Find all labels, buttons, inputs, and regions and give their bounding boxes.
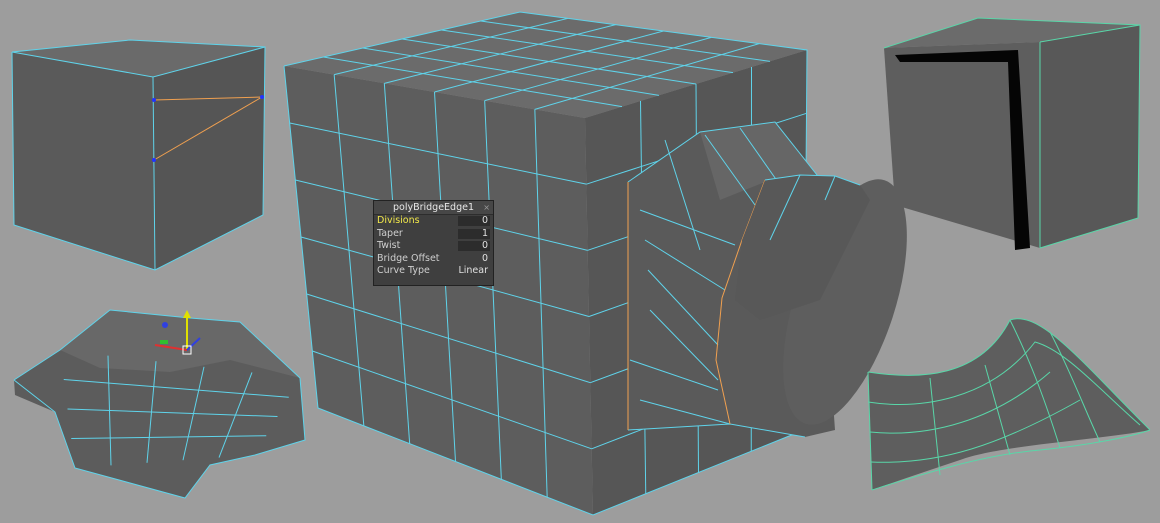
- close-icon[interactable]: ×: [483, 201, 490, 214]
- vertex-handle[interactable]: [152, 158, 156, 162]
- curved-surface[interactable]: [867, 318, 1151, 491]
- vertex-handle[interactable]: [152, 98, 156, 102]
- node-name: polyBridgeEdge1: [392, 202, 475, 213]
- vertex-handle[interactable]: [260, 95, 264, 99]
- cube-left-face: [12, 52, 155, 270]
- big-cube-front-face: [284, 66, 593, 515]
- attr-label: Curve Type: [377, 265, 430, 276]
- attr-label: Taper: [377, 227, 403, 239]
- extruded-mesh[interactable]: [13, 309, 306, 499]
- attr-row-bridge-offset[interactable]: Bridge Offset 0: [374, 253, 493, 266]
- maya-viewport[interactable]: polyBridgeEdge1 × Divisions 0 Taper 1 Tw…: [0, 0, 1160, 523]
- attr-row-curve-type[interactable]: Curve Type Linear: [374, 265, 493, 278]
- viewport-canvas[interactable]: [0, 0, 1160, 523]
- attr-row-twist[interactable]: Twist 0: [374, 240, 493, 253]
- attr-value-field[interactable]: 0: [438, 253, 490, 264]
- attr-row-divisions[interactable]: Divisions 0: [374, 215, 493, 228]
- attr-label: Divisions: [377, 215, 420, 226]
- cut-cube[interactable]: [883, 17, 1141, 250]
- attr-label: Twist: [377, 240, 401, 251]
- cube-right-face: [153, 47, 265, 270]
- attr-row-taper[interactable]: Taper 1: [374, 228, 493, 241]
- attr-label: Bridge Offset: [377, 252, 440, 264]
- attr-value-field[interactable]: 0: [458, 241, 490, 251]
- attr-value-field[interactable]: 0: [458, 216, 490, 226]
- in-view-editor-title: polyBridgeEdge1 ×: [374, 201, 493, 215]
- attr-value-field[interactable]: 1: [458, 228, 490, 239]
- attr-value-dropdown[interactable]: Linear: [438, 266, 490, 276]
- split-edge-cube[interactable]: [11, 39, 266, 271]
- in-view-editor-panel[interactable]: polyBridgeEdge1 × Divisions 0 Taper 1 Tw…: [373, 200, 494, 286]
- cut-cube-right: [1040, 25, 1140, 248]
